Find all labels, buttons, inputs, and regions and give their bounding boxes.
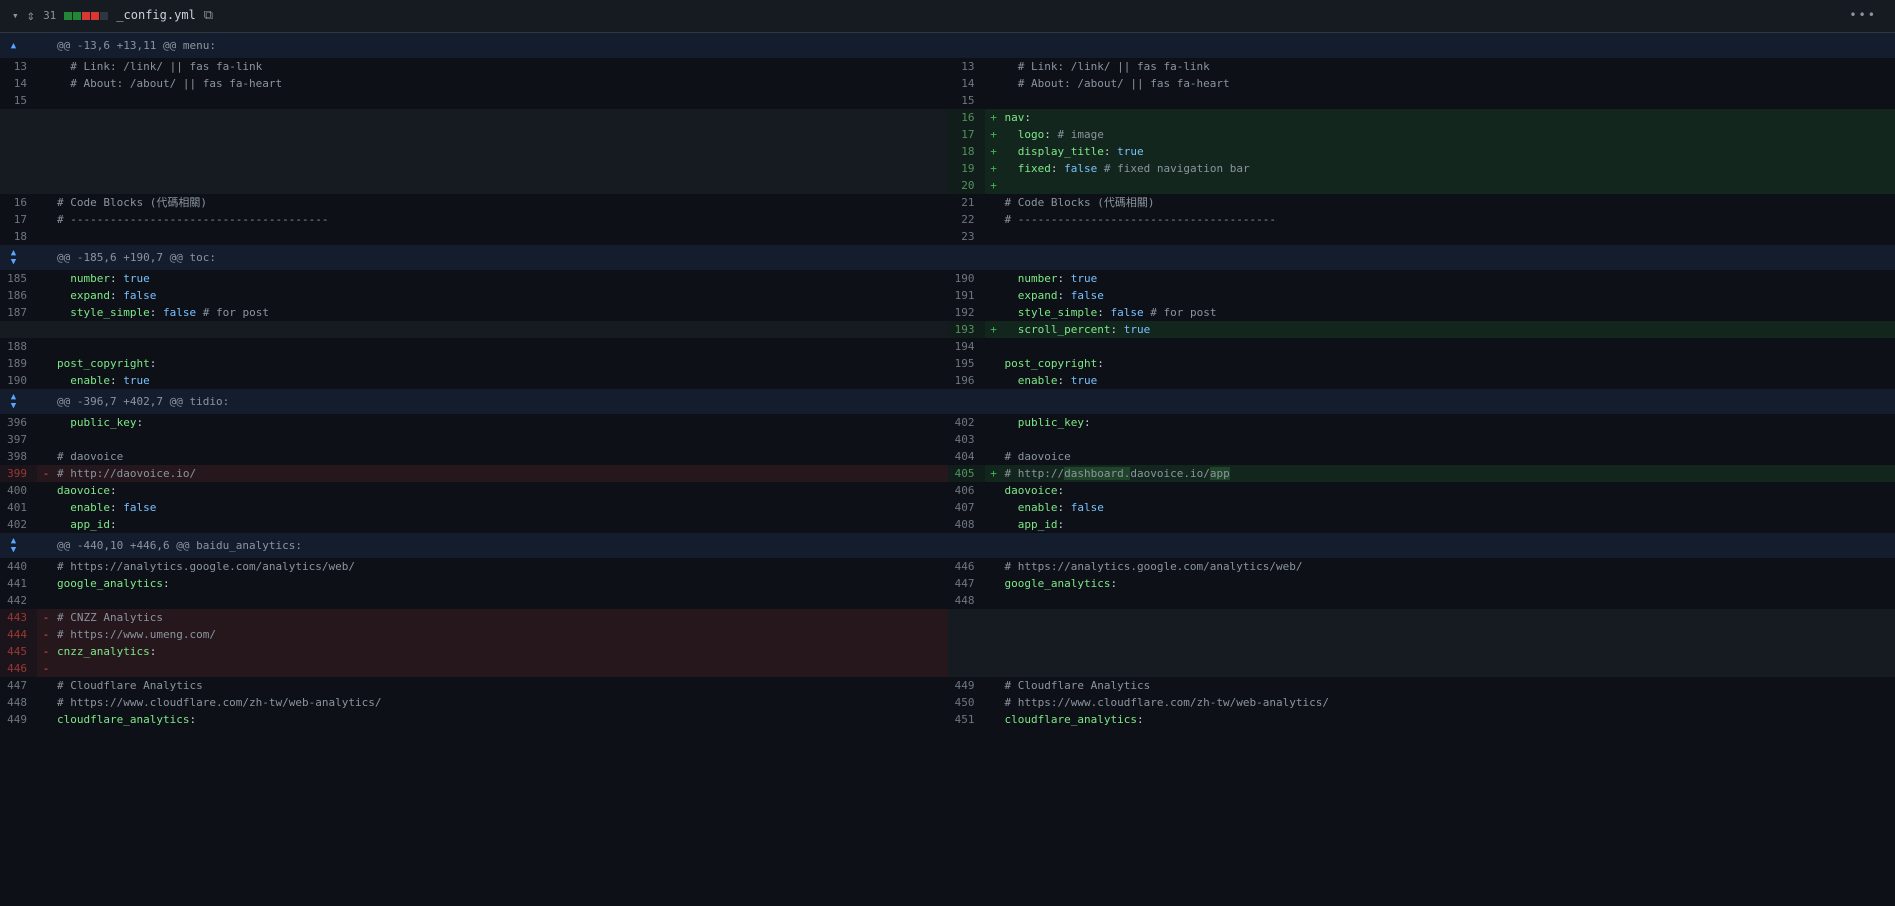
diff-line: 442 448 — [0, 592, 1895, 609]
diff-line: 441 google_analytics: 447 google_analyti… — [0, 575, 1895, 592]
expand-up-icon[interactable]: ▲ — [11, 537, 16, 545]
diff-line: 449 cloudflare_analytics: 451 cloudflare… — [0, 711, 1895, 728]
diff-line: 189 post_copyright: 195 post_copyright: — [0, 355, 1895, 372]
hunk-header: ▲▼ @@ -185,6 +190,7 @@ toc: — [0, 245, 1895, 270]
hunk-header-text: @@ -185,6 +190,7 @@ toc: — [55, 245, 1895, 270]
diff-line: 447 # Cloudflare Analytics 449 # Cloudfl… — [0, 677, 1895, 694]
diffstat — [64, 12, 108, 20]
expand-down-icon[interactable]: ▼ — [11, 258, 16, 266]
diff-table: ▲ @@ -13,6 +13,11 @@ menu: 13 # Link: /l… — [0, 33, 1895, 728]
diff-line-added: 19+ fixed: false # fixed navigation bar — [0, 160, 1895, 177]
diff-line: 187 style_simple: false # for post 192 s… — [0, 304, 1895, 321]
diff-line: 16 # Code Blocks (代碼相關) 21 # Code Blocks… — [0, 194, 1895, 211]
diff-line: 440 # https://analytics.google.com/analy… — [0, 558, 1895, 575]
diff-line: 448 # https://www.cloudflare.com/zh-tw/w… — [0, 694, 1895, 711]
diff-line: 15 15 — [0, 92, 1895, 109]
diff-line-added: 20+ — [0, 177, 1895, 194]
changed-lines-count: 31 — [43, 8, 56, 24]
diff-line: 397 403 — [0, 431, 1895, 448]
hunk-header: ▲▼ @@ -440,10 +446,6 @@ baidu_analytics: — [0, 533, 1895, 558]
hunk-header: ▲ @@ -13,6 +13,11 @@ menu: — [0, 33, 1895, 58]
diff-line: 17 # -----------------------------------… — [0, 211, 1895, 228]
diff-line: 185 number: true 190 number: true — [0, 270, 1895, 287]
filename[interactable]: _config.yml — [116, 7, 195, 24]
diff-line: 186 expand: false 191 expand: false — [0, 287, 1895, 304]
hunk-header: ▲▼ @@ -396,7 +402,7 @@ tidio: — [0, 389, 1895, 414]
hunk-header-text: @@ -13,6 +13,11 @@ menu: — [55, 33, 1895, 58]
copy-path-icon[interactable]: ⧉ — [204, 7, 213, 26]
diff-line-deleted: 445- cnzz_analytics: — [0, 643, 1895, 660]
diff-line-added: 193+ scroll_percent: true — [0, 321, 1895, 338]
chevron-down-icon[interactable]: ▾ — [12, 8, 19, 24]
hunk-header-text: @@ -396,7 +402,7 @@ tidio: — [55, 389, 1895, 414]
diff-line: 398 # daovoice 404 # daovoice — [0, 448, 1895, 465]
expand-all-icon[interactable]: ⇕ — [27, 6, 35, 26]
diff-line-deleted: 443- # CNZZ Analytics — [0, 609, 1895, 626]
diff-line-deleted: 444- # https://www.umeng.com/ — [0, 626, 1895, 643]
diff-line-added: 17+ logo: # image — [0, 126, 1895, 143]
expand-up-icon[interactable]: ▲ — [11, 42, 16, 50]
expand-down-icon[interactable]: ▼ — [11, 402, 16, 410]
expand-up-icon[interactable]: ▲ — [11, 249, 16, 257]
file-header: ▾ ⇕ 31 _config.yml ⧉ ••• — [0, 0, 1895, 33]
diff-line-changed: 399- # http://daovoice.io/ 405+ # http:/… — [0, 465, 1895, 482]
diff-line: 13 # Link: /link/ || fas fa-link 13 # Li… — [0, 58, 1895, 75]
kebab-menu-icon[interactable]: ••• — [1843, 7, 1883, 24]
diff-line-added: 16+ nav: — [0, 109, 1895, 126]
diff-line: 18 23 — [0, 228, 1895, 245]
diff-line: 188 194 — [0, 338, 1895, 355]
expand-up-icon[interactable]: ▲ — [11, 393, 16, 401]
diff-line: 190 enable: true 196 enable: true — [0, 372, 1895, 389]
hunk-header-text: @@ -440,10 +446,6 @@ baidu_analytics: — [55, 533, 1895, 558]
diff-line: 400 daovoice: 406 daovoice: — [0, 482, 1895, 499]
diff-line: 14 # About: /about/ || fas fa-heart 14 #… — [0, 75, 1895, 92]
diff-line: 402 app_id: 408 app_id: — [0, 516, 1895, 533]
diff-line-added: 18+ display_title: true — [0, 143, 1895, 160]
diff-line: 401 enable: false 407 enable: false — [0, 499, 1895, 516]
diff-line: 396 public_key: 402 public_key: — [0, 414, 1895, 431]
expand-down-icon[interactable]: ▼ — [11, 546, 16, 554]
diff-line-deleted: 446- — [0, 660, 1895, 677]
